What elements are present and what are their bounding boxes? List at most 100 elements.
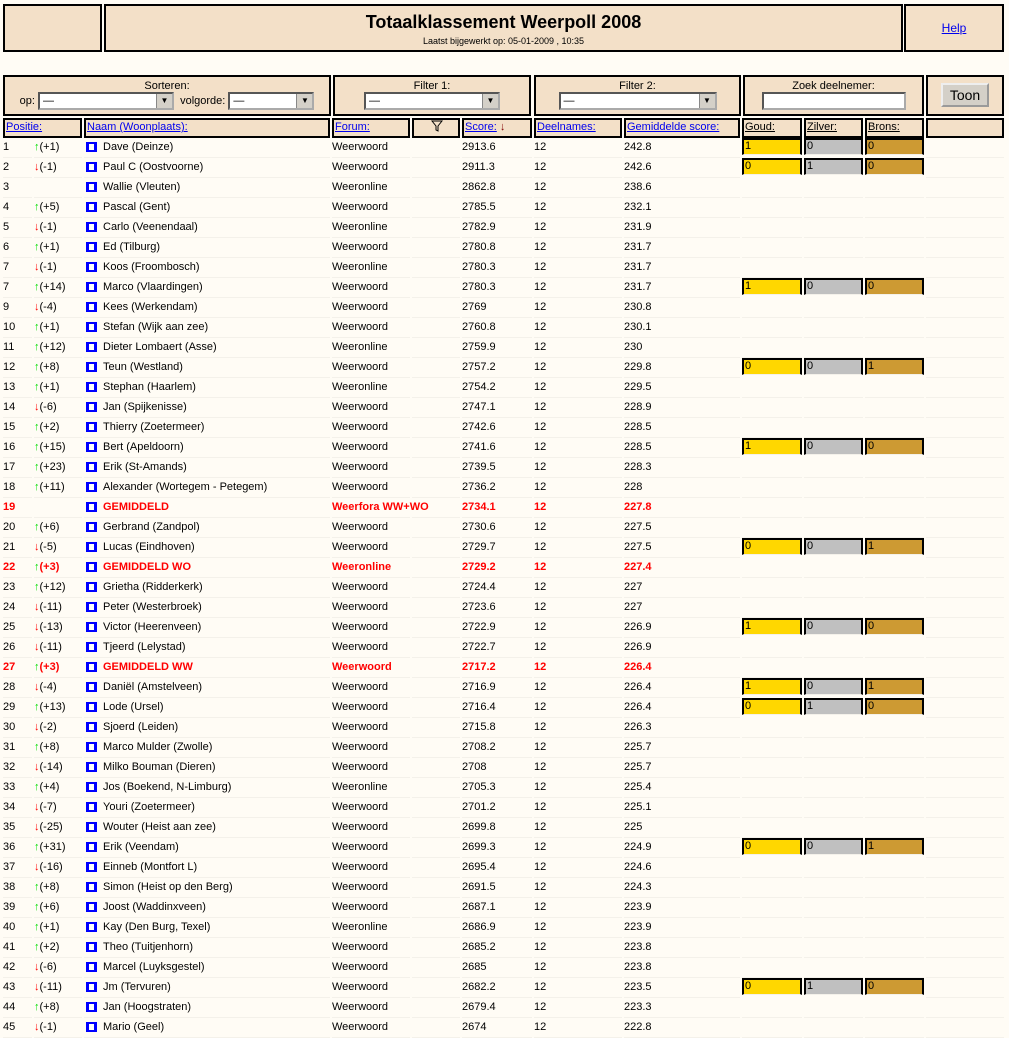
silver-count-empty — [804, 997, 863, 1018]
participant-details-icon[interactable] — [86, 742, 97, 753]
participant-details-icon[interactable] — [86, 942, 97, 953]
score-cell: 2686.9 — [462, 917, 532, 938]
participant-details-icon[interactable] — [86, 582, 97, 593]
participant-details-icon[interactable] — [86, 442, 97, 453]
sort-bronze-link[interactable]: Brons: — [868, 121, 900, 133]
change-cell: ↑(+15) — [34, 437, 82, 458]
filter-cell — [412, 477, 460, 498]
sort-name-link[interactable]: Naam (Woonplaats): — [87, 121, 188, 133]
participant-details-icon[interactable] — [86, 922, 97, 933]
silver-count: 0 — [804, 618, 863, 635]
silver-count-empty — [804, 337, 863, 358]
name-cell: Dave (Deinze) — [84, 137, 330, 158]
participant-details-icon[interactable] — [86, 562, 97, 573]
participant-details-icon[interactable] — [86, 702, 97, 713]
avg-score-cell: 222.8 — [624, 1017, 740, 1038]
silver-count-empty — [804, 317, 863, 338]
entries-cell: 12 — [534, 497, 622, 518]
participant-details-icon[interactable] — [86, 222, 97, 233]
participant-details-icon[interactable] — [86, 142, 97, 153]
sort-avg-link[interactable]: Gemiddelde score: — [627, 121, 719, 133]
participant-details-icon[interactable] — [86, 882, 97, 893]
filter2-select[interactable]: — ▼ — [558, 92, 717, 110]
silver-count-empty — [804, 237, 863, 258]
entries-cell: 12 — [534, 217, 622, 238]
sort-silver-link[interactable]: Zilver: — [807, 121, 837, 133]
sort-position-link[interactable]: Positie: — [6, 121, 42, 133]
sort-gold-link[interactable]: Goud: — [745, 121, 775, 133]
participant-details-icon[interactable] — [86, 262, 97, 273]
participant-details-icon[interactable] — [86, 182, 97, 193]
filter-cell — [412, 957, 460, 978]
participant-details-icon[interactable] — [86, 962, 97, 973]
position-cell: 12 — [3, 357, 32, 378]
sort-order-select[interactable]: — ▼ — [228, 92, 315, 110]
sort-entries-link[interactable]: Deelnames: — [537, 121, 596, 133]
name-cell: Jan (Spijkenisse) — [84, 397, 330, 418]
participant-details-icon[interactable] — [86, 302, 97, 313]
search-participant-input[interactable] — [761, 92, 906, 110]
avg-score-cell: 231.7 — [624, 237, 740, 258]
participant-details-icon[interactable] — [86, 642, 97, 653]
filter-icon[interactable] — [412, 118, 460, 138]
sort-score-link[interactable]: Score: — [465, 121, 497, 133]
participant-details-icon[interactable] — [86, 782, 97, 793]
participant-details-icon[interactable] — [86, 282, 97, 293]
participant-details-icon[interactable] — [86, 982, 97, 993]
participant-details-icon[interactable] — [86, 162, 97, 173]
chevron-down-icon[interactable]: ▼ — [482, 94, 498, 108]
sort-forum-link[interactable]: Forum: — [335, 121, 370, 133]
participant-details-icon[interactable] — [86, 902, 97, 913]
position-cell: 20 — [3, 517, 32, 538]
forum-cell: Weerwoord — [332, 697, 410, 718]
participant-details-icon[interactable] — [86, 862, 97, 873]
silver-count-empty — [804, 477, 863, 498]
participant-details-icon[interactable] — [86, 542, 97, 553]
score-cell: 2722.9 — [462, 617, 532, 638]
participant-name: Dave (Deinze) — [103, 141, 174, 153]
participant-details-icon[interactable] — [86, 242, 97, 253]
participant-details-icon[interactable] — [86, 622, 97, 633]
participant-details-icon[interactable] — [86, 202, 97, 213]
participant-details-icon[interactable] — [86, 762, 97, 773]
participant-details-icon[interactable] — [86, 322, 97, 333]
participant-details-icon[interactable] — [86, 682, 97, 693]
participant-details-icon[interactable] — [86, 822, 97, 833]
chevron-down-icon[interactable]: ▼ — [155, 94, 172, 108]
change-cell: ↓(-5) — [34, 537, 82, 558]
name-cell: Grietha (Ridderkerk) — [84, 577, 330, 598]
participant-details-icon[interactable] — [86, 402, 97, 413]
forum-cell: Weerwoord — [332, 457, 410, 478]
trailing-cell — [926, 537, 1004, 558]
participant-details-icon[interactable] — [86, 362, 97, 373]
chevron-down-icon[interactable]: ▼ — [698, 94, 715, 108]
silver-count-empty — [804, 757, 863, 778]
show-button[interactable]: Toon — [941, 83, 989, 107]
position-change: (+2) — [39, 421, 60, 433]
name-cell: Victor (Heerenveen) — [84, 617, 330, 638]
participant-details-icon[interactable] — [86, 342, 97, 353]
participant-details-icon[interactable] — [86, 382, 97, 393]
filter1-select[interactable]: — ▼ — [364, 92, 500, 110]
participant-details-icon[interactable] — [86, 502, 97, 513]
participant-details-icon[interactable] — [86, 802, 97, 813]
participant-details-icon[interactable] — [86, 1002, 97, 1013]
change-cell: ↓(-7) — [34, 797, 82, 818]
bronze-count: 1 — [865, 538, 924, 555]
participant-details-icon[interactable] — [86, 1022, 97, 1033]
chevron-down-icon[interactable]: ▼ — [296, 94, 313, 108]
avg-score-cell: 242.8 — [624, 137, 740, 158]
participant-details-icon[interactable] — [86, 722, 97, 733]
avg-score-cell: 227 — [624, 577, 740, 598]
participant-details-icon[interactable] — [86, 522, 97, 533]
participant-details-icon[interactable] — [86, 662, 97, 673]
help-link[interactable]: Help — [906, 21, 1002, 35]
participant-details-icon[interactable] — [86, 422, 97, 433]
position-change: (+8) — [39, 1001, 60, 1013]
sort-by-select[interactable]: — ▼ — [37, 92, 174, 110]
participant-details-icon[interactable] — [86, 602, 97, 613]
participant-details-icon[interactable] — [86, 842, 97, 853]
avg-score-cell: 224.3 — [624, 877, 740, 898]
participant-details-icon[interactable] — [86, 482, 97, 493]
participant-details-icon[interactable] — [86, 462, 97, 473]
